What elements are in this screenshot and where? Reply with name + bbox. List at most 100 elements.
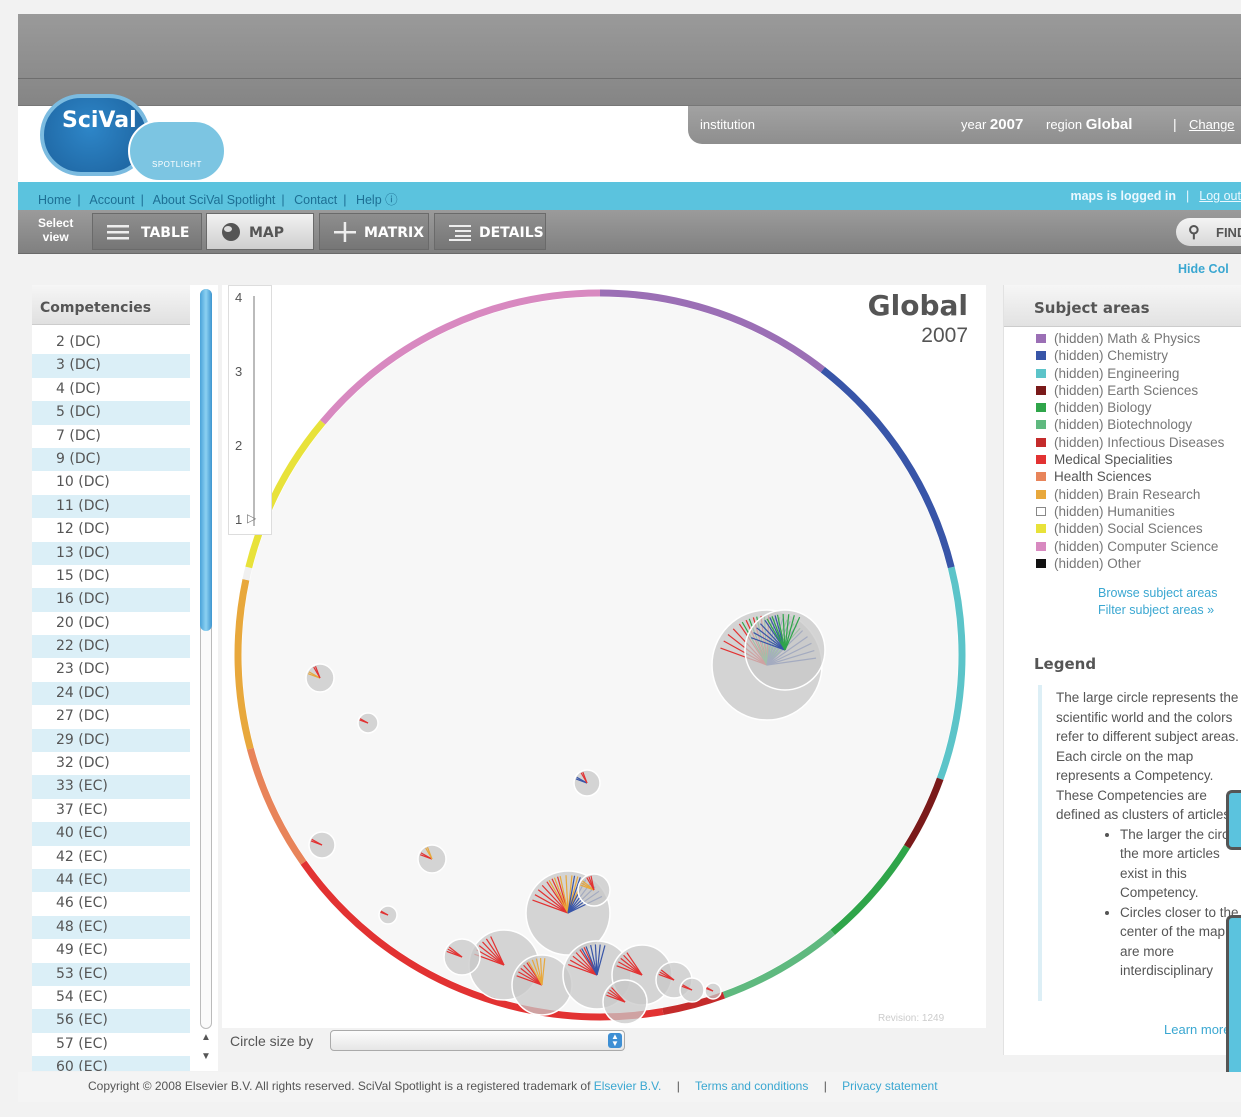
zoom-handle-icon[interactable]: ▷ (247, 511, 256, 525)
competencies-scrollbar[interactable]: ▲ ▼ (197, 285, 215, 1071)
competency-bubble[interactable] (417, 844, 447, 874)
competency-item[interactable]: 2 (DC) (32, 331, 190, 354)
table-view-button[interactable]: TABLE (92, 213, 202, 250)
side-tab[interactable] (1226, 790, 1241, 850)
subject-areas-header[interactable]: Subject areas (1004, 285, 1241, 327)
subject-area-item[interactable]: Medical Specialities (1036, 452, 1224, 469)
scroll-up-icon[interactable]: ▲ (201, 1032, 211, 1043)
competency-bubble[interactable] (305, 663, 335, 693)
hide-columns-link[interactable]: Hide Col (1178, 262, 1229, 276)
subject-area-item[interactable]: (hidden) Brain Research (1036, 487, 1224, 504)
subject-area-item[interactable]: (hidden) Biotechnology (1036, 417, 1224, 434)
subject-area-item[interactable]: (hidden) Humanities (1036, 504, 1224, 521)
competency-bubble[interactable] (577, 873, 611, 907)
competency-item[interactable]: 54 (EC) (32, 986, 190, 1009)
nav-help[interactable]: Help ⓘ (356, 193, 398, 207)
nav-about[interactable]: About SciVal Spotlight (153, 193, 276, 207)
competency-item[interactable]: 23 (DC) (32, 658, 190, 681)
zoom-slider[interactable]: 4 3 2 1 ▷ (228, 285, 272, 535)
subject-area-item[interactable]: (hidden) Other (1036, 556, 1224, 573)
change-link[interactable]: Change (1189, 117, 1235, 132)
competency-item[interactable]: 37 (EC) (32, 799, 190, 822)
competency-item[interactable]: 9 (DC) (32, 447, 190, 472)
competency-item[interactable]: 48 (EC) (32, 915, 190, 940)
find-button[interactable]: ⚲ FIND (1176, 218, 1241, 246)
subject-color-swatch (1036, 455, 1046, 465)
competency-item[interactable]: 32 (DC) (32, 752, 190, 775)
competency-bubble[interactable] (704, 982, 722, 1000)
competencies-header[interactable]: Competencies (32, 285, 190, 325)
privacy-link[interactable]: Privacy statement (842, 1079, 937, 1093)
circle-size-select[interactable]: ▲ ▼ (330, 1030, 625, 1051)
science-map[interactable] (222, 285, 986, 1028)
scroll-thumb[interactable] (200, 289, 212, 631)
subject-area-item[interactable]: (hidden) Chemistry (1036, 348, 1224, 365)
subject-area-item[interactable]: (hidden) Engineering (1036, 366, 1224, 383)
competency-item[interactable]: 56 (EC) (32, 1009, 190, 1033)
learn-more-link[interactable]: Learn more (1164, 1022, 1230, 1037)
matrix-view-button[interactable]: MATRIX (319, 213, 429, 250)
competency-bubble[interactable] (744, 609, 826, 691)
competency-item[interactable]: 53 (EC) (32, 962, 190, 986)
terms-link[interactable]: Terms and conditions (695, 1079, 808, 1093)
browse-subject-areas-link[interactable]: Browse subject areas (1098, 585, 1218, 602)
competency-bubble[interactable] (308, 831, 336, 859)
competency-item[interactable]: 4 (DC) (32, 378, 190, 401)
side-tab[interactable] (1226, 915, 1241, 1095)
competency-item[interactable]: 20 (DC) (32, 612, 190, 635)
competency-item[interactable]: 5 (DC) (32, 401, 190, 425)
details-view-button[interactable]: DETAILS (434, 213, 546, 250)
competency-item[interactable]: 57 (EC) (32, 1033, 190, 1056)
competency-bubble[interactable] (602, 979, 648, 1025)
competency-bubble[interactable] (511, 954, 573, 1016)
subject-color-swatch (1036, 420, 1046, 430)
subject-area-item[interactable]: (hidden) Computer Science (1036, 539, 1224, 556)
table-view-label: TABLE (141, 225, 190, 241)
competency-item[interactable]: 49 (EC) (32, 939, 190, 962)
scroll-down-icon[interactable]: ▼ (201, 1051, 211, 1062)
competency-item[interactable]: 60 (EC) (32, 1056, 190, 1071)
nav-home[interactable]: Home (38, 193, 71, 207)
ring-segment (242, 566, 253, 581)
competency-item[interactable]: 16 (DC) (32, 588, 190, 612)
subject-area-label: (hidden) Chemistry (1054, 348, 1169, 364)
nav-account[interactable]: Account (89, 193, 134, 207)
subject-area-item[interactable]: (hidden) Math & Physics (1036, 331, 1224, 348)
competency-bubble[interactable] (357, 712, 379, 734)
nav-contact[interactable]: Contact (294, 193, 337, 207)
logout-link[interactable]: Log out (1199, 189, 1241, 203)
competency-item[interactable]: 3 (DC) (32, 354, 190, 378)
competency-item[interactable]: 44 (EC) (32, 868, 190, 893)
map-area[interactable]: 4 3 2 1 ▷ Global 2007 Revision: 1249 (222, 285, 986, 1028)
region-display: region Global (1046, 116, 1132, 133)
competency-item[interactable]: 27 (DC) (32, 705, 190, 728)
subject-area-item[interactable]: (hidden) Infectious Diseases (1036, 435, 1224, 452)
subject-area-item[interactable]: (hidden) Social Sciences (1036, 521, 1224, 538)
subject-area-label: (hidden) Brain Research (1054, 486, 1201, 502)
competency-item[interactable]: 12 (DC) (32, 518, 190, 541)
competency-item[interactable]: 24 (DC) (32, 681, 190, 706)
footer: Copyright © 2008 Elsevier B.V. All right… (18, 1072, 1241, 1102)
subject-area-item[interactable]: (hidden) Earth Sciences (1036, 383, 1224, 400)
competency-item[interactable]: 15 (DC) (32, 565, 190, 588)
competency-item[interactable]: 13 (DC) (32, 541, 190, 565)
competency-item[interactable]: 10 (DC) (32, 471, 190, 494)
competency-bubble[interactable] (378, 905, 398, 925)
competency-item[interactable]: 29 (DC) (32, 728, 190, 753)
map-view-button[interactable]: MAP (206, 213, 314, 250)
competency-item[interactable]: 7 (DC) (32, 425, 190, 448)
competency-item[interactable]: 46 (EC) (32, 892, 190, 915)
competency-item[interactable]: 42 (EC) (32, 846, 190, 869)
subject-area-item[interactable]: Health Sciences (1036, 469, 1224, 486)
app-window: SciVal SPOTLIGHT institution year 2007 r… (0, 0, 1241, 1117)
competency-item[interactable]: 22 (DC) (32, 635, 190, 659)
competency-item[interactable]: 33 (EC) (32, 775, 190, 799)
subject-area-item[interactable]: (hidden) Biology (1036, 400, 1224, 417)
filter-subject-areas-link[interactable]: Filter subject areas » (1098, 602, 1218, 619)
competency-bubble[interactable] (573, 769, 601, 797)
competency-item[interactable]: 40 (EC) (32, 822, 190, 846)
competency-bubble[interactable] (679, 977, 705, 1003)
competency-item[interactable]: 11 (DC) (32, 494, 190, 519)
elsevier-link[interactable]: Elsevier B.V. (594, 1079, 662, 1093)
competency-bubble[interactable] (443, 938, 481, 976)
